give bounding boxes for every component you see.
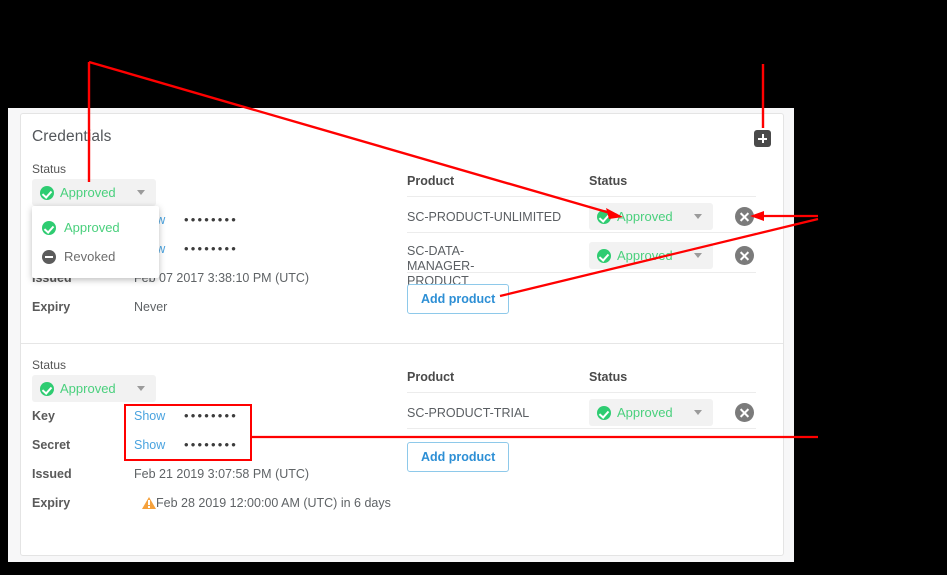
secret-label-2: Secret xyxy=(32,438,71,452)
check-circle-icon xyxy=(42,220,56,235)
product-status-select-2-1[interactable]: Approved xyxy=(589,399,713,426)
product-column-header-1: Product xyxy=(407,174,455,188)
issued-value-2: Feb 21 2019 3:07:58 PM (UTC) xyxy=(134,467,310,481)
add-product-button-2[interactable]: Add product xyxy=(407,442,510,472)
page-title: Credentials xyxy=(32,128,112,145)
remove-product-button-1-2[interactable] xyxy=(735,246,754,265)
expiry-value-1: Never xyxy=(134,300,168,314)
key-masked-value-1: •••••••• xyxy=(184,212,239,227)
chevron-down-icon xyxy=(694,410,702,415)
check-circle-icon xyxy=(597,248,611,263)
expiry-label-2: Expiry xyxy=(32,496,71,510)
status-label-2: Status xyxy=(32,358,67,372)
secret-masked-value-2: •••••••• xyxy=(184,437,239,452)
product-status-select-1-1[interactable]: Approved xyxy=(589,203,713,230)
table-divider xyxy=(407,232,756,233)
status-column-header-1: Status xyxy=(589,174,628,188)
remove-product-button-2-1[interactable] xyxy=(735,403,754,422)
credential-status-value-2: Approved xyxy=(60,381,116,396)
warning-triangle-icon xyxy=(142,497,156,509)
status-option-approved[interactable]: Approved xyxy=(32,213,159,242)
screenshot-root: Credentials Status Approved Key Show •••… xyxy=(0,0,947,575)
status-dropdown-menu-1[interactable]: Approved Revoked xyxy=(32,206,159,278)
key-label-2: Key xyxy=(32,409,55,423)
remove-product-button-1-1[interactable] xyxy=(735,207,754,226)
expiry-value-2: Feb 28 2019 12:00:00 AM (UTC) in 6 days xyxy=(156,496,391,510)
chevron-down-icon xyxy=(137,190,145,195)
product-status-value-1-1: Approved xyxy=(617,209,673,224)
credential-status-select-1[interactable]: Approved xyxy=(32,179,156,206)
table-row: SC-PRODUCT-UNLIMITED xyxy=(407,210,562,224)
credential-status-select-2[interactable]: Approved xyxy=(32,375,156,402)
show-key-link-2[interactable]: Show xyxy=(134,409,165,423)
issued-label-2: Issued xyxy=(32,467,72,481)
product-status-value-2-1: Approved xyxy=(617,405,673,420)
credentials-card: Credentials Status Approved Key Show •••… xyxy=(20,113,784,556)
credential-status-value-1: Approved xyxy=(60,185,116,200)
issued-value-1: Feb 07 2017 3:38:10 PM (UTC) xyxy=(134,271,310,285)
table-divider xyxy=(407,196,756,197)
show-secret-link-2[interactable]: Show xyxy=(134,438,165,452)
check-circle-icon xyxy=(597,405,611,420)
expiry-label-1: Expiry xyxy=(32,300,71,314)
check-circle-icon xyxy=(597,209,611,224)
minus-circle-icon xyxy=(42,249,56,264)
table-row: SC-DATA-MANAGER-PRODUCT xyxy=(407,244,475,288)
status-option-approved-label: Approved xyxy=(64,220,120,235)
add-credential-button[interactable] xyxy=(754,130,771,147)
product-status-select-1-2[interactable]: Approved xyxy=(589,242,713,269)
table-divider xyxy=(407,428,756,429)
chevron-down-icon xyxy=(694,214,702,219)
secret-masked-value-1: •••••••• xyxy=(184,241,239,256)
chevron-down-icon xyxy=(694,253,702,258)
table-row: SC-PRODUCT-TRIAL xyxy=(407,406,530,420)
chevron-down-icon xyxy=(137,386,145,391)
status-label-1: Status xyxy=(32,162,67,176)
check-circle-icon xyxy=(40,381,54,396)
status-column-header-2: Status xyxy=(589,370,628,384)
key-masked-value-2: •••••••• xyxy=(184,408,239,423)
credential-separator xyxy=(21,343,783,344)
product-column-header-2: Product xyxy=(407,370,455,384)
table-divider xyxy=(407,272,756,273)
check-circle-icon xyxy=(40,185,54,200)
product-status-value-1-2: Approved xyxy=(617,248,673,263)
table-divider xyxy=(407,392,756,393)
add-product-button-1[interactable]: Add product xyxy=(407,284,510,314)
card-header: Credentials xyxy=(21,114,783,164)
status-option-revoked[interactable]: Revoked xyxy=(32,242,159,271)
status-option-revoked-label: Revoked xyxy=(64,249,116,264)
